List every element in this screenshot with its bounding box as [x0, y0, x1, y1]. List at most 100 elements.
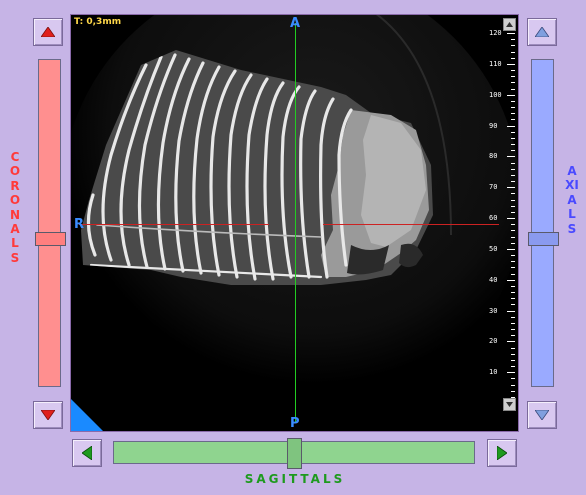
ruler-tick	[511, 82, 515, 84]
ruler-tick	[511, 304, 515, 306]
axial-slider-thumb[interactable]	[528, 231, 559, 246]
ruler-label: 110	[489, 59, 502, 68]
sagittal-left-button[interactable]	[72, 439, 102, 467]
ruler-label: 30	[489, 306, 498, 315]
ruler-tick	[511, 224, 515, 226]
ruler-tick	[511, 193, 515, 195]
ruler-label: 100	[489, 90, 502, 99]
axials-label: AXIALS	[565, 164, 579, 236]
triangle-left-icon	[82, 446, 92, 460]
triangle-down-icon	[506, 402, 513, 407]
ruler-tick	[511, 230, 515, 232]
ruler-tick	[511, 273, 515, 275]
ruler-tick	[511, 144, 515, 146]
ruler-tick	[511, 329, 515, 331]
ruler-tick	[511, 285, 515, 287]
ruler-tick	[507, 248, 515, 250]
ruler-tick	[507, 372, 515, 374]
ruler-tick	[511, 242, 515, 244]
axial-down-button[interactable]	[527, 401, 557, 429]
corner-triangle-icon	[71, 399, 103, 431]
ruler-tick	[507, 94, 515, 96]
orientation-posterior: P	[290, 416, 300, 431]
ruler-tick	[511, 100, 515, 102]
ruler-tick	[511, 322, 515, 324]
ruler-tick	[511, 205, 515, 207]
ruler-down-button[interactable]	[503, 398, 516, 411]
ruler-tick	[511, 255, 515, 257]
ruler-tick	[511, 384, 515, 386]
ruler-label: 80	[489, 152, 498, 161]
ruler-tick	[511, 390, 515, 392]
ruler-tick	[511, 168, 515, 170]
ruler-tick	[511, 137, 515, 139]
ruler-tick	[511, 70, 515, 72]
ruler-up-button[interactable]	[503, 18, 516, 31]
sagittal-right-button[interactable]	[487, 439, 517, 467]
ruler-tick	[511, 211, 515, 213]
ruler-tick	[507, 218, 515, 220]
ct-slice-viewport[interactable]: T: 0,3mm A P R 120 110 100 90 80 70 60 50 40 30 20…	[70, 14, 519, 432]
ruler-tick	[507, 125, 515, 127]
ruler-tick	[511, 119, 515, 121]
ruler-label: 120	[489, 29, 502, 37]
ruler-label: 40	[489, 275, 498, 284]
ruler-tick	[511, 113, 515, 115]
ruler-tick	[507, 63, 515, 65]
ruler-label: 90	[489, 121, 498, 130]
ruler-label: 70	[489, 183, 498, 192]
depth-ruler: 120 110 100 90 80 70 60 50 40 30 20 10	[489, 15, 518, 431]
sagittals-label: SAGITTALS	[244, 472, 346, 486]
ruler-tick	[511, 359, 515, 361]
ruler-tick	[511, 57, 515, 59]
ruler-tick	[511, 107, 515, 109]
ruler-tick	[511, 335, 515, 337]
coronal-crosshair-line	[323, 224, 499, 225]
ruler-tick	[511, 199, 515, 201]
ruler-tick	[511, 378, 515, 380]
ruler-tick	[507, 156, 515, 158]
coronal-up-button[interactable]	[33, 18, 63, 46]
ruler-label: 50	[489, 244, 498, 253]
coronal-slider-track[interactable]	[35, 59, 66, 387]
ruler-tick	[507, 187, 515, 189]
ruler-tick	[511, 39, 515, 41]
ruler-label: 10	[489, 368, 498, 377]
triangle-up-icon	[41, 27, 55, 37]
ruler-tick	[507, 310, 515, 312]
triangle-down-icon	[535, 410, 549, 420]
ruler-tick	[511, 236, 515, 238]
coronal-slider-thumb[interactable]	[35, 231, 66, 246]
ruler-tick	[511, 162, 515, 164]
triangle-right-icon	[497, 446, 507, 460]
sagittal-slider-track[interactable]	[113, 438, 475, 469]
coronal-crosshair-line	[79, 224, 269, 225]
orientation-anterior: A	[290, 16, 301, 31]
ruler-tick	[511, 316, 515, 318]
thickness-label: T: 0,3mm	[74, 17, 122, 27]
ruler-tick	[511, 131, 515, 133]
ruler-label: 60	[489, 214, 498, 223]
coronal-down-button[interactable]	[33, 401, 63, 429]
ruler-tick	[507, 33, 515, 34]
sagittal-slider-thumb[interactable]	[286, 438, 302, 469]
ruler-tick	[511, 353, 515, 355]
ruler-tick	[511, 76, 515, 78]
triangle-up-icon	[535, 27, 549, 37]
coronals-label: CORONALS	[9, 150, 21, 265]
triangle-down-icon	[41, 410, 55, 420]
ruler-tick	[511, 150, 515, 152]
sagittal-crosshair-line	[295, 23, 296, 423]
ruler-tick	[511, 51, 515, 53]
axial-up-button[interactable]	[527, 18, 557, 46]
ruler-tick	[507, 341, 515, 343]
ruler-tick	[511, 366, 515, 368]
ruler-label: 20	[489, 337, 498, 346]
triangle-up-icon	[506, 22, 513, 27]
ruler-tick	[511, 88, 515, 90]
ruler-tick	[511, 45, 515, 47]
ruler-tick	[511, 261, 515, 263]
ruler-tick	[511, 298, 515, 300]
axial-slider-track[interactable]	[528, 59, 559, 387]
ruler-tick	[511, 181, 515, 183]
